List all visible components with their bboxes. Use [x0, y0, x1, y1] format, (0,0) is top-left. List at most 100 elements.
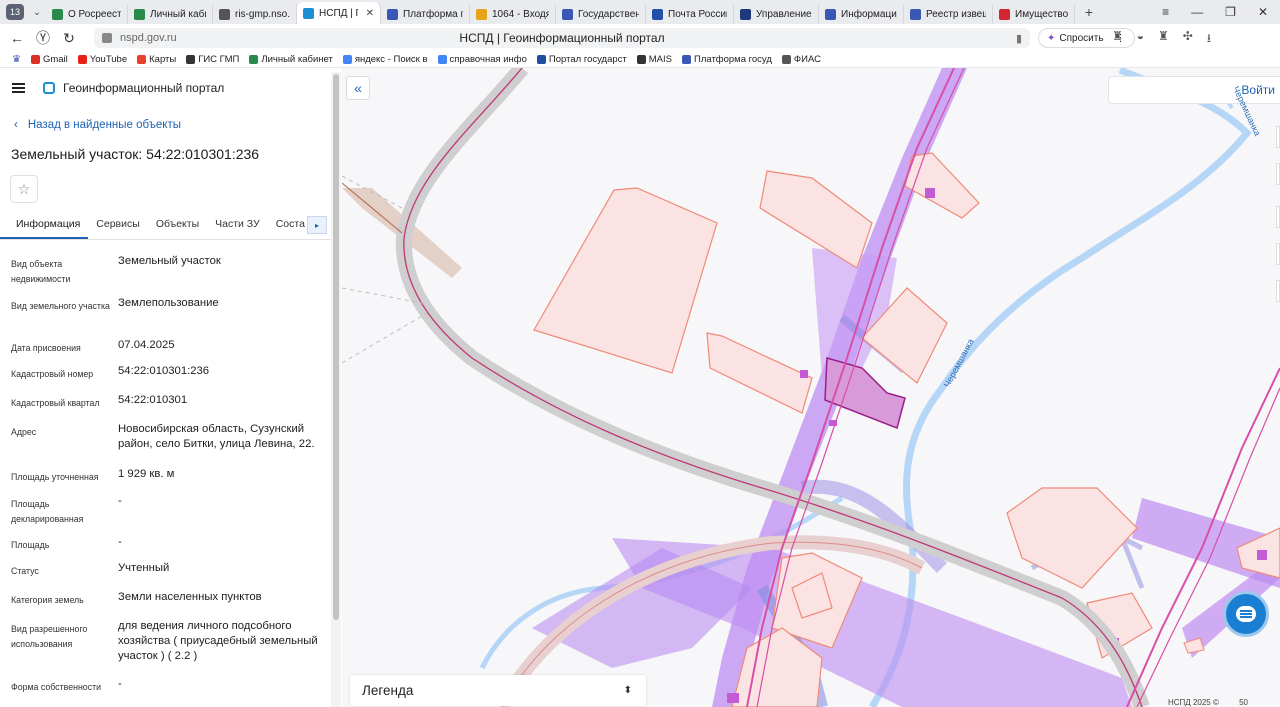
- map-tool-button[interactable]: [1276, 163, 1280, 185]
- map-tool-button[interactable]: [1276, 206, 1280, 228]
- close-tab-icon[interactable]: ✕: [366, 8, 374, 19]
- bookmark-item[interactable]: Личный кабинет: [249, 54, 333, 65]
- map-tool-button[interactable]: [1276, 126, 1280, 148]
- bookmark-item[interactable]: MAIS: [636, 54, 672, 65]
- new-tab-button[interactable]: +: [1079, 2, 1099, 22]
- tab-label: ris-gmp.nso.ru: [235, 8, 290, 20]
- portal-header: Геоинформационный портал: [0, 68, 331, 108]
- property-row: Вид объекта недвижимости Земельный участо…: [11, 254, 326, 296]
- browser-tab-strip: 13 ⌄ О Росреестр Личный кабин ris-gmp.nso.…: [0, 0, 1280, 24]
- browser-tab[interactable]: НСПД | Гео ✕: [297, 2, 381, 24]
- site-info-icon[interactable]: [102, 33, 112, 43]
- eagle-emblem-icon[interactable]: ♛: [12, 54, 21, 65]
- browser-tab[interactable]: Информация: [819, 4, 904, 24]
- property-value: Учтенный: [118, 562, 170, 574]
- url-field[interactable]: nspd.gov.ru НСПД | Геоинформационный пор…: [94, 28, 1030, 48]
- yandex-icon[interactable]: Ⓨ: [30, 28, 56, 48]
- browser-tab[interactable]: Почта России: [646, 4, 734, 24]
- back-to-results-link[interactable]: ‹ Назад в найденные объекты: [14, 119, 181, 131]
- browser-tab[interactable]: О Росреестр: [46, 4, 128, 24]
- browser-tab[interactable]: Государствен: [556, 4, 646, 24]
- url-text[interactable]: nspd.gov.ru: [120, 32, 177, 44]
- bookmarks-bar: ♛ Gmail YouTube Карты ГИС ГМП Личный кабинет…: [0, 52, 1280, 68]
- tab-label: НСПД | Гео: [319, 7, 358, 19]
- browser-tab[interactable]: Управление э: [734, 4, 819, 24]
- browser-tab[interactable]: Личный кабин: [128, 4, 213, 24]
- browser-menu-icon[interactable]: ≡: [1162, 5, 1169, 19]
- property-value: 07.04.2025: [118, 339, 175, 351]
- browser-tab[interactable]: Платформа го: [381, 4, 470, 24]
- bookmark-label: Платформа госуд: [694, 54, 772, 65]
- bookmark-item[interactable]: справочная инфо: [437, 54, 527, 65]
- bookmark-favicon-icon: [536, 55, 546, 64]
- reload-icon[interactable]: ↻: [56, 30, 82, 47]
- browser-tab[interactable]: Имущество: [993, 4, 1075, 24]
- extension-icons: ♜ ◒ ♜ ✣ ⭳: [1112, 29, 1211, 50]
- bookmark-item[interactable]: ФИАС: [781, 54, 821, 65]
- extension-icon[interactable]: ♜: [1158, 29, 1169, 50]
- browser-tab[interactable]: ris-gmp.nso.ru: [213, 4, 297, 24]
- minimize-icon[interactable]: —: [1191, 5, 1203, 19]
- map-tool-button[interactable]: [1276, 243, 1280, 265]
- map-view[interactable]: « Войти Черемшанка Черемшанка Легенда ⬍ …: [342, 68, 1280, 707]
- chat-bubble-icon: [1236, 606, 1256, 622]
- download-icon[interactable]: ⭳: [1207, 29, 1211, 50]
- bookmark-item[interactable]: яндекс - Поиск в: [342, 54, 428, 65]
- legend-toggle[interactable]: Легенда ⬍: [350, 675, 646, 706]
- property-value: Земли населенных пунктов: [118, 591, 262, 603]
- tab-services[interactable]: Сервисы: [88, 208, 148, 239]
- extensions-puzzle-icon[interactable]: ✣: [1183, 29, 1193, 50]
- bookmark-item[interactable]: ГИС ГМП: [186, 54, 239, 65]
- bookmark-item[interactable]: Gmail: [30, 54, 68, 65]
- tab-parts[interactable]: Части ЗУ: [207, 208, 268, 239]
- extension-icon[interactable]: ♜: [1112, 29, 1123, 50]
- tab-info[interactable]: Информация: [0, 208, 89, 239]
- property-key: Дата присвоения: [11, 343, 81, 353]
- property-key: Форма собственности: [11, 682, 102, 692]
- bookmark-favicon-icon: [437, 55, 447, 64]
- property-value: -: [118, 495, 122, 507]
- tab-list-chevron-icon[interactable]: ⌄: [28, 7, 46, 18]
- favorite-star-icon[interactable]: ☆: [10, 175, 38, 203]
- map-tool-button[interactable]: [1276, 280, 1280, 302]
- menu-icon[interactable]: [12, 83, 25, 93]
- bookmark-label: ФИАС: [793, 54, 821, 65]
- tab-label: О Росреестр: [68, 8, 121, 20]
- tabs-scroll-right-icon[interactable]: ▸: [307, 216, 327, 234]
- panel-scrollbar[interactable]: [331, 72, 341, 707]
- bookmark-item[interactable]: Платформа госуд: [682, 54, 772, 65]
- property-row: Вид земельного участка Землепользование: [11, 296, 326, 338]
- chat-button[interactable]: [1223, 591, 1269, 637]
- browser-tab[interactable]: 1064 - Входящ: [470, 4, 556, 24]
- back-icon[interactable]: ←: [4, 30, 30, 46]
- extension-icon[interactable]: ◒: [1137, 29, 1144, 50]
- map-canvas[interactable]: [342, 68, 1280, 707]
- tab-objects[interactable]: Объекты: [148, 208, 207, 239]
- property-key: Адрес: [11, 427, 37, 437]
- object-info-panel: Геоинформационный портал ‹ Назад в найде…: [0, 68, 342, 707]
- chevron-left-icon: ‹: [14, 119, 18, 131]
- bookmark-item[interactable]: Портал государст: [536, 54, 627, 65]
- property-value: -: [118, 678, 122, 690]
- bookmark-item[interactable]: YouTube: [77, 54, 128, 65]
- browser-tab[interactable]: Реестр извещ: [904, 4, 993, 24]
- bookmark-label: YouTube: [89, 54, 128, 65]
- close-window-icon[interactable]: ✕: [1258, 5, 1268, 19]
- bookmark-favicon-icon: [186, 55, 196, 64]
- restore-icon[interactable]: ❐: [1225, 5, 1236, 19]
- tab-count-badge[interactable]: 13: [6, 4, 24, 20]
- legend-label: Легенда: [362, 683, 414, 698]
- bookmark-favicon-icon: [30, 55, 40, 64]
- scrollbar-thumb[interactable]: [333, 74, 339, 620]
- property-value: 54:22:010301: [118, 394, 188, 406]
- bookmark-item[interactable]: Карты: [137, 54, 176, 65]
- property-row: Вид разрешенного использования для ведени…: [11, 619, 326, 677]
- portal-name: Геоинформационный портал: [63, 81, 225, 95]
- tab-favicon-icon: [825, 8, 836, 20]
- tab-favicon-icon: [219, 8, 230, 20]
- scale-label: 50: [1239, 698, 1248, 707]
- login-button[interactable]: Войти: [1108, 76, 1280, 104]
- bookmark-icon[interactable]: ▮: [1016, 32, 1022, 45]
- property-key: Категория земель: [11, 595, 84, 605]
- collapse-panel-icon[interactable]: «: [346, 76, 370, 100]
